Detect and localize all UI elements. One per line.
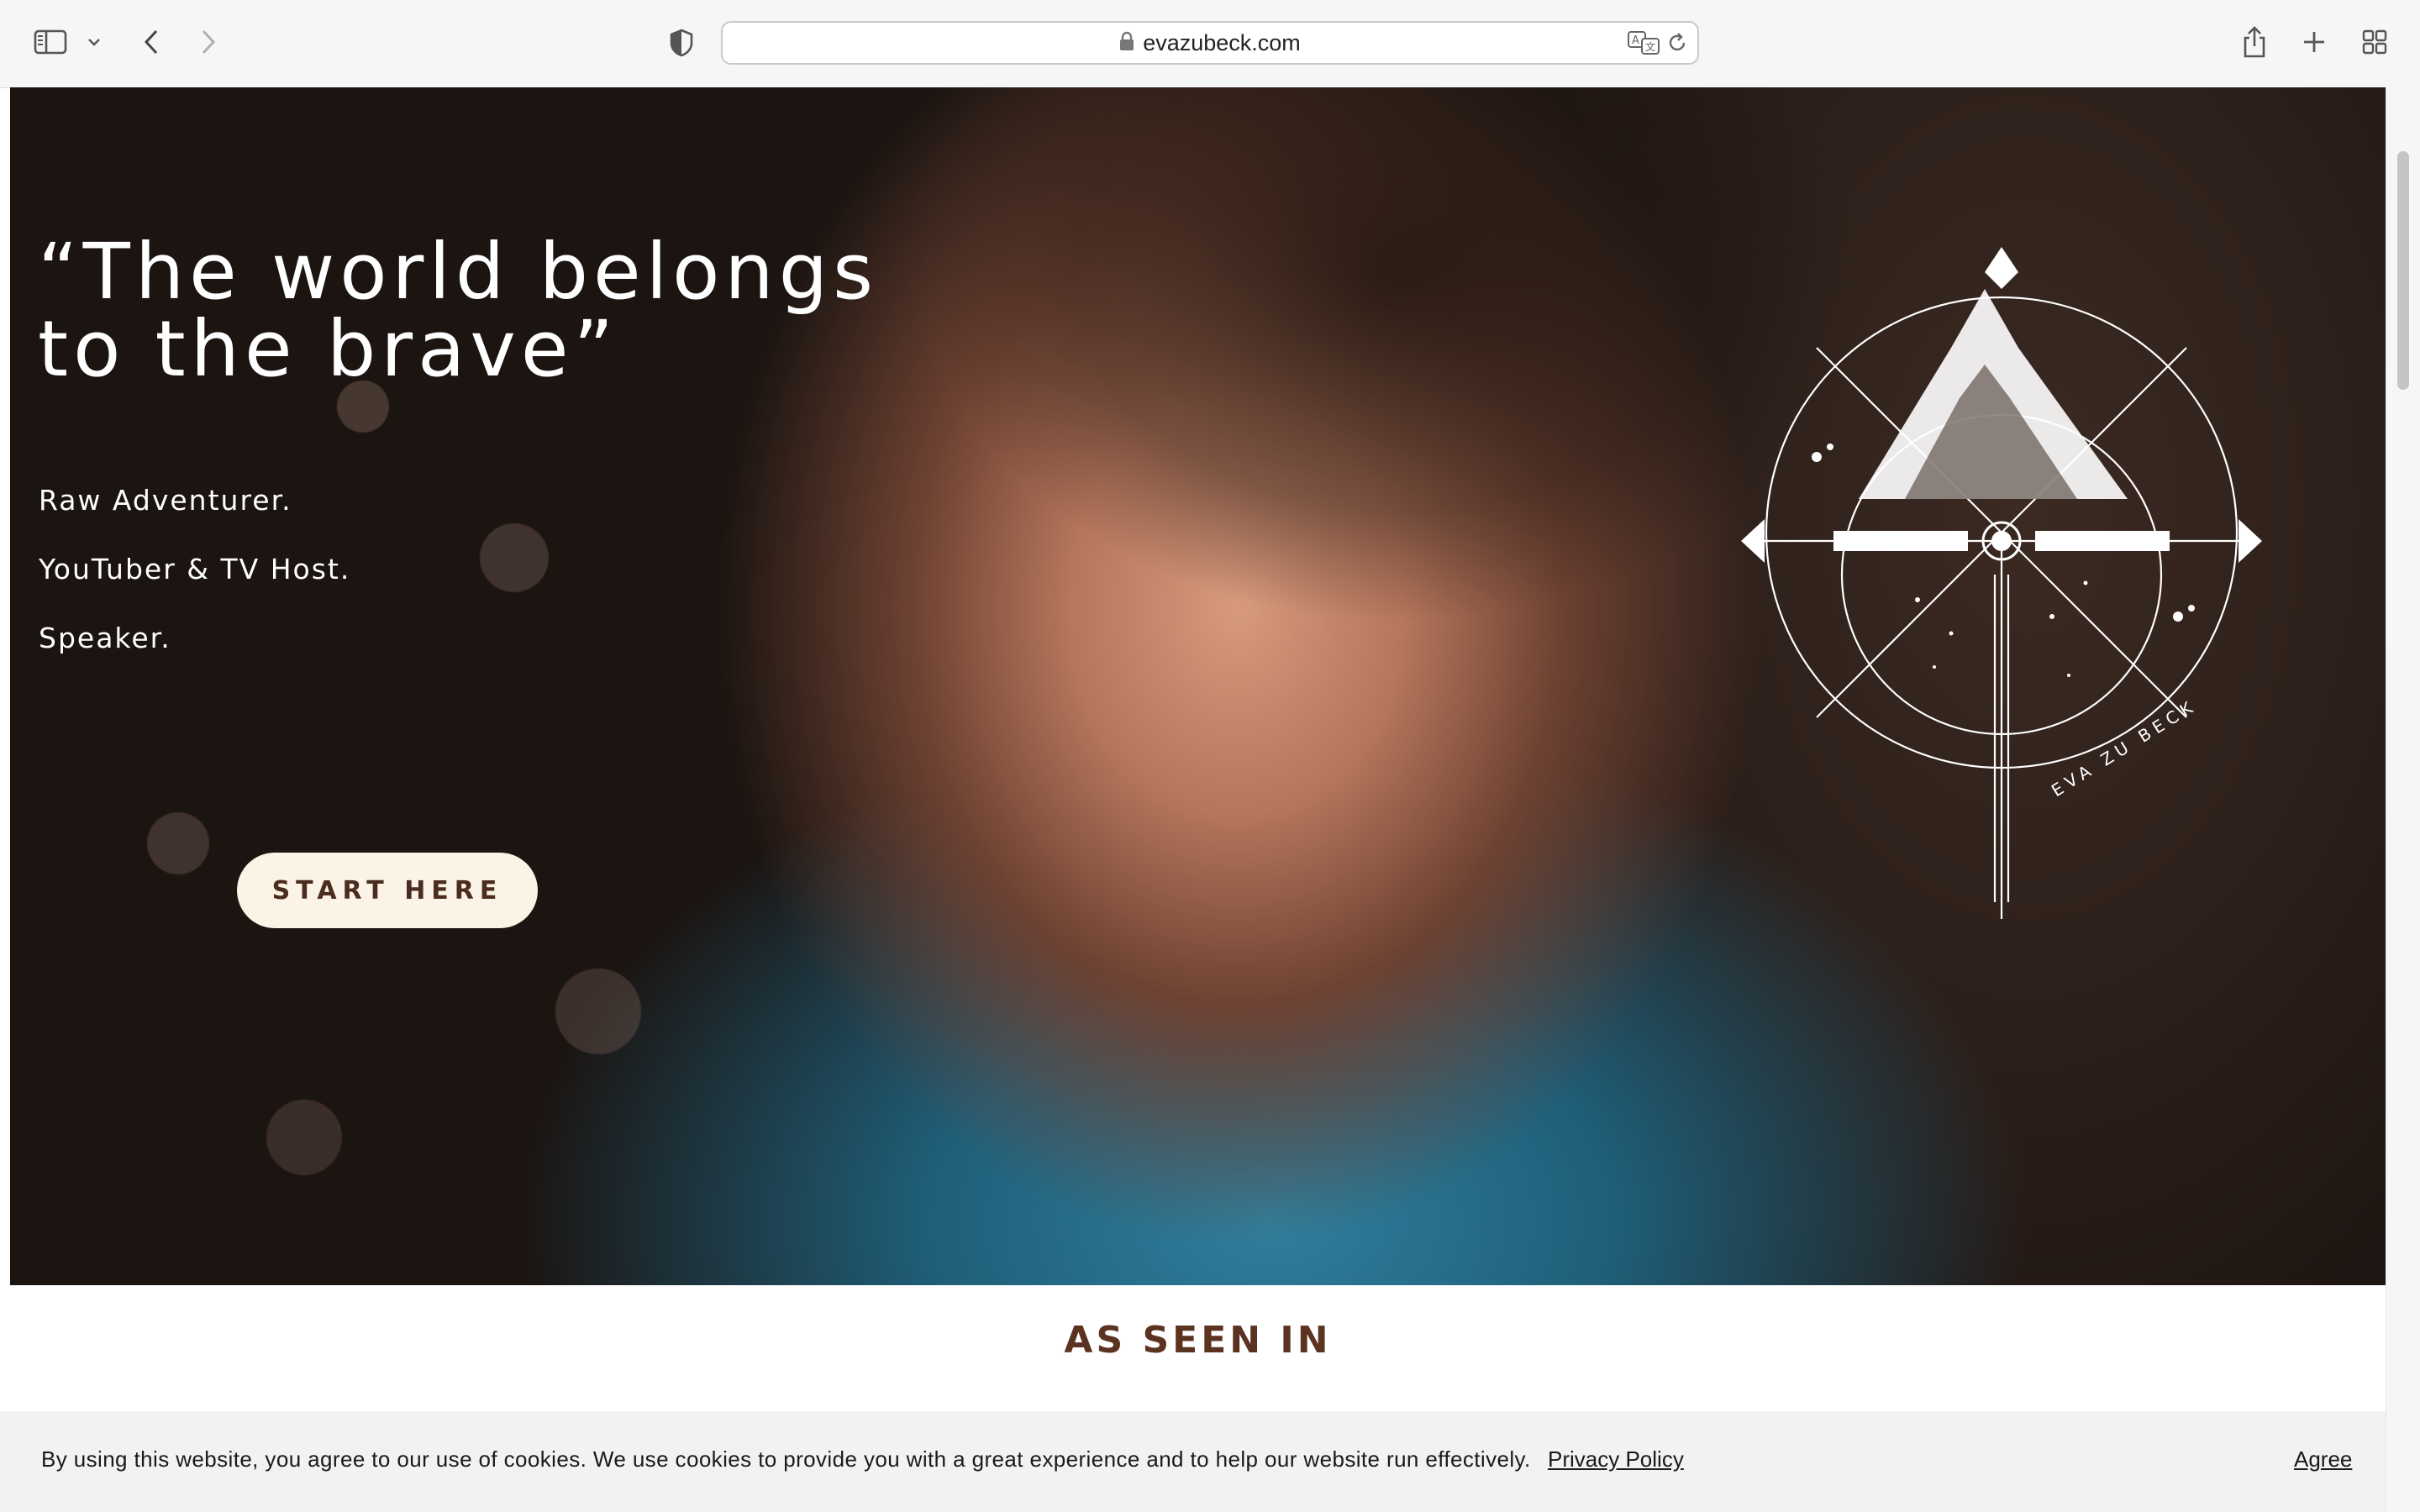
address-bar[interactable]: evazubeck.com A文 xyxy=(721,21,1699,65)
back-icon[interactable] xyxy=(136,25,166,59)
start-here-button[interactable]: START HERE xyxy=(237,853,538,928)
sidebar-icon[interactable] xyxy=(32,27,69,57)
reload-icon[interactable] xyxy=(1665,31,1689,59)
browser-toolbar: evazubeck.com A文 xyxy=(0,0,2420,88)
scrollbar-thumb[interactable] xyxy=(2397,151,2409,390)
translate-icon[interactable]: A文 xyxy=(1627,29,1660,60)
lock-icon xyxy=(1119,31,1134,55)
privacy-policy-link[interactable]: Privacy Policy xyxy=(1548,1446,1684,1473)
eva-zu-beck-emblem-logo: EVA ZU BECK xyxy=(1741,247,2262,919)
shield-icon[interactable] xyxy=(666,27,697,59)
agree-button[interactable]: Agree xyxy=(2294,1446,2352,1473)
svg-text:文: 文 xyxy=(1645,40,1655,53)
emblem-text: EVA ZU BECK xyxy=(2048,695,2201,801)
forward-icon[interactable] xyxy=(193,25,224,59)
cookie-banner: By using this website, you agree to our … xyxy=(0,1411,2386,1512)
new-tab-icon[interactable] xyxy=(2299,27,2329,57)
as-seen-in-heading: AS SEEN IN xyxy=(1064,1319,1332,1362)
hero-section: “The world belongs to the brave” Raw Adv… xyxy=(10,87,2386,1285)
chevron-down-icon[interactable] xyxy=(84,32,104,52)
share-icon[interactable] xyxy=(2238,24,2270,60)
tagline-youtuber: YouTuber & TV Host. xyxy=(39,553,351,585)
url-text: evazubeck.com xyxy=(1143,29,1301,55)
cookie-message: By using this website, you agree to our … xyxy=(41,1446,1531,1472)
hero-taglines: Raw Adventurer. YouTuber & TV Host. Spea… xyxy=(39,484,350,690)
svg-text:A: A xyxy=(1632,34,1639,47)
tab-overview-icon[interactable] xyxy=(2360,27,2390,57)
page-scrollbar[interactable] xyxy=(2386,87,2420,1512)
tagline-speaker: Speaker. xyxy=(39,622,171,654)
tagline-adventurer: Raw Adventurer. xyxy=(39,484,292,517)
hero-quote: “The world belongs to the brave” xyxy=(38,226,879,394)
